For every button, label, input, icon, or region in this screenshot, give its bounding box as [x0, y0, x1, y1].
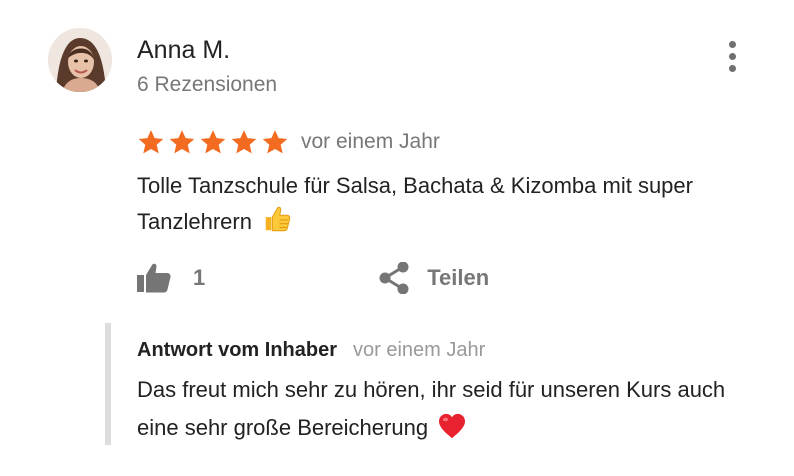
share-label: Teilen: [427, 265, 490, 290]
more-vert-icon: [728, 40, 736, 48]
more-vert-icon-dot: [728, 52, 736, 60]
reply-text: Das freut mich sehr zu hören, ihr seid f…: [137, 371, 737, 447]
review-card: Anna M. 6 Rezensionen vor einem Jahr Tol…: [0, 0, 794, 476]
share-icon: [379, 262, 409, 294]
like-count: 1: [193, 265, 206, 290]
review-date: vor einem Jahr: [301, 130, 440, 153]
review-text-body: Tolle Tanzschule für Salsa, Bachata & Ki…: [137, 173, 693, 234]
star-icon: [138, 130, 164, 154]
avatar[interactable]: [48, 28, 112, 92]
review-actions: 1 Teilen: [137, 258, 489, 298]
reply-header: Antwort vom Inhaber vor einem Jahr: [137, 339, 485, 362]
reply-date: vor einem Jahr: [353, 339, 486, 361]
star-rating: [137, 128, 289, 156]
star-icon: [200, 130, 226, 154]
star-icon: [262, 130, 288, 154]
red-heart-emoji-icon: [439, 413, 466, 439]
rating-row: vor einem Jahr: [137, 125, 440, 159]
reply-text-body: Das freut mich sehr zu hören, ihr seid f…: [137, 377, 726, 440]
reply-author: Antwort vom Inhaber: [137, 339, 338, 361]
owner-reply: Antwort vom Inhaber vor einem Jahr Das f…: [105, 323, 745, 445]
review-count[interactable]: 6 Rezensionen: [137, 72, 277, 98]
star-icon: [169, 130, 195, 154]
star-icon: [231, 130, 257, 154]
share-button[interactable]: Teilen: [379, 262, 489, 294]
thumbs-up-emoji-icon: [265, 206, 291, 232]
review-text: Tolle Tanzschule für Salsa, Bachata & Ki…: [137, 168, 757, 240]
like-button[interactable]: 1: [137, 263, 205, 293]
more-options-button[interactable]: [717, 36, 747, 76]
author-name[interactable]: Anna M.: [137, 35, 230, 65]
thumb-up-icon: [137, 263, 171, 293]
more-vert-icon-dot: [728, 64, 736, 72]
